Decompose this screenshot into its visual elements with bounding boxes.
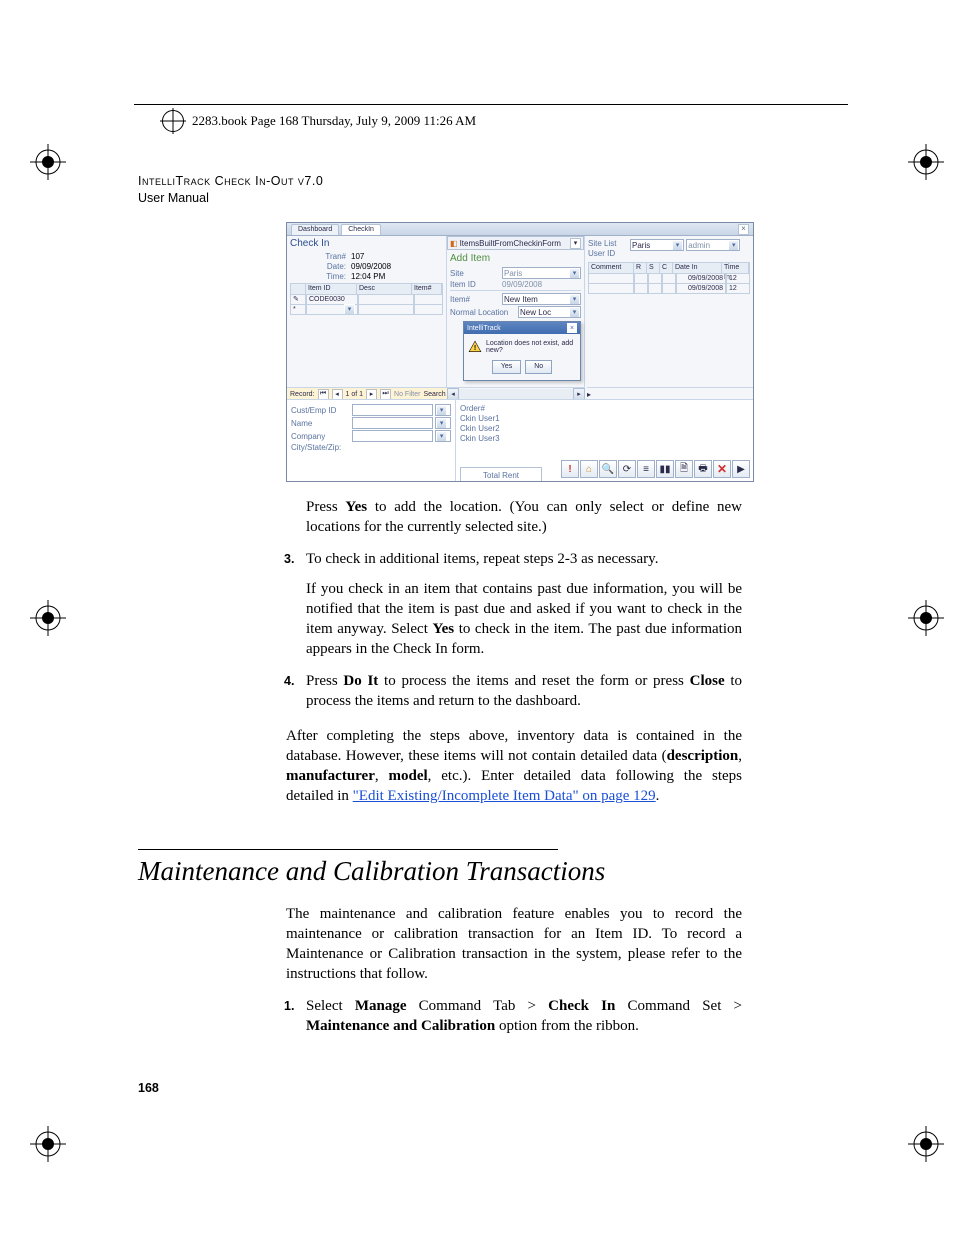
chevron-down-icon[interactable]: ▾ <box>437 432 446 441</box>
chevron-down-icon: ▾ <box>570 295 579 304</box>
doit-icon[interactable]: ▶ <box>732 460 750 478</box>
tab-dashboard[interactable]: Dashboard <box>291 224 339 235</box>
page-number: 168 <box>138 1081 159 1095</box>
running-head-sub: User Manual <box>138 190 323 207</box>
refresh-icon[interactable]: ⟳ <box>618 460 636 478</box>
body-text: Press Yes to add the location. (You can … <box>306 498 742 711</box>
location-select[interactable]: New Loc▾ <box>518 306 581 318</box>
crop-mark-icon <box>30 144 66 180</box>
maint-intro: The maintenance and calibration feature … <box>286 905 742 985</box>
prev-record-button[interactable]: ◂ <box>332 389 343 400</box>
top-status-line: 2283.book Page 168 Thursday, July 9, 200… <box>162 110 476 132</box>
svg-text:!: ! <box>474 345 476 352</box>
chevron-down-icon[interactable]: ▾ <box>437 406 446 415</box>
yes-button[interactable]: Yes <box>492 360 521 374</box>
chevron-down-icon: ▾ <box>570 308 579 317</box>
site-select[interactable]: Paris▾ <box>502 267 581 279</box>
chevron-down-icon[interactable]: ▾ <box>570 238 581 249</box>
chevron-down-icon[interactable]: ▾ <box>437 419 446 428</box>
screenshot-figure: Dashboard CheckIn × Check In Tran#107 Da… <box>286 222 754 482</box>
close-icon[interactable]: ✕ <box>713 460 731 478</box>
action-toolbar: ! ⌂ 🔍 ⟳ ≡ ▮▮ 🗎 🖶 ✕ ▶ <box>561 460 750 478</box>
section-rule <box>138 849 558 850</box>
crop-mark-icon <box>908 1126 944 1162</box>
total-rent: Total Rent <box>460 467 542 482</box>
step-number: 4. <box>284 673 294 690</box>
print-icon[interactable]: 🖶 <box>694 460 712 478</box>
company-input[interactable] <box>352 430 433 442</box>
chevron-down-icon: ▾ <box>570 269 579 278</box>
chevron-down-icon: ▾ <box>729 241 738 250</box>
next-record-button[interactable]: ▸ <box>366 389 377 400</box>
crop-mark-icon <box>30 600 66 636</box>
sitelist-select[interactable]: Paris▾ <box>630 239 684 251</box>
panel-header: ◧ ItemsBuiltFromCheckinForm ▾ <box>447 236 584 250</box>
name-input[interactable] <box>352 417 433 429</box>
alert-icon[interactable]: ! <box>561 460 579 478</box>
chevron-down-icon: ▾ <box>673 241 682 250</box>
barcode-icon[interactable]: ▮▮ <box>656 460 674 478</box>
top-rule <box>134 104 848 105</box>
step-number: 1. <box>284 998 294 1015</box>
warning-icon: ! <box>468 340 482 354</box>
section-heading: Maintenance and Calibration Transactions <box>138 856 758 887</box>
running-head-title: IntelliTrack Check In-Out v7.0 <box>138 173 323 190</box>
crop-mark-icon <box>30 1126 66 1162</box>
close-icon[interactable]: × <box>567 323 577 333</box>
checkin-title: Check In <box>290 238 443 249</box>
top-status-text: 2283.book Page 168 Thursday, July 9, 200… <box>192 113 476 129</box>
step-number: 3. <box>284 551 294 568</box>
book-icon <box>162 110 184 132</box>
list-icon[interactable]: ≡ <box>637 460 655 478</box>
no-button[interactable]: No <box>525 360 552 374</box>
running-head: IntelliTrack Check In-Out v7.0 User Manu… <box>138 173 323 207</box>
last-record-button[interactable]: ⏭ <box>380 389 391 400</box>
home-icon[interactable]: ⌂ <box>580 460 598 478</box>
crop-mark-icon <box>908 144 944 180</box>
crop-mark-icon <box>908 600 944 636</box>
preview-icon[interactable]: 🗎 <box>675 460 693 478</box>
search-icon[interactable]: 🔍 <box>599 460 617 478</box>
close-icon[interactable]: × <box>738 224 749 235</box>
window-tabs: Dashboard CheckIn × <box>287 223 753 236</box>
edit-item-data-link[interactable]: "Edit Existing/Incomplete Item Data" on … <box>353 788 656 804</box>
userid-select[interactable]: admin▾ <box>686 239 740 251</box>
additem-title: Add Item <box>450 253 581 264</box>
confirm-dialog: IntelliTrack× ! Location does not exist,… <box>463 321 581 381</box>
itemnum-select[interactable]: New Item▾ <box>502 293 581 305</box>
cust-input[interactable] <box>352 404 433 416</box>
first-record-button[interactable]: ⏮ <box>318 389 329 400</box>
after-paragraph: After completing the steps above, invent… <box>286 727 742 807</box>
tab-checkin[interactable]: CheckIn <box>341 224 381 235</box>
